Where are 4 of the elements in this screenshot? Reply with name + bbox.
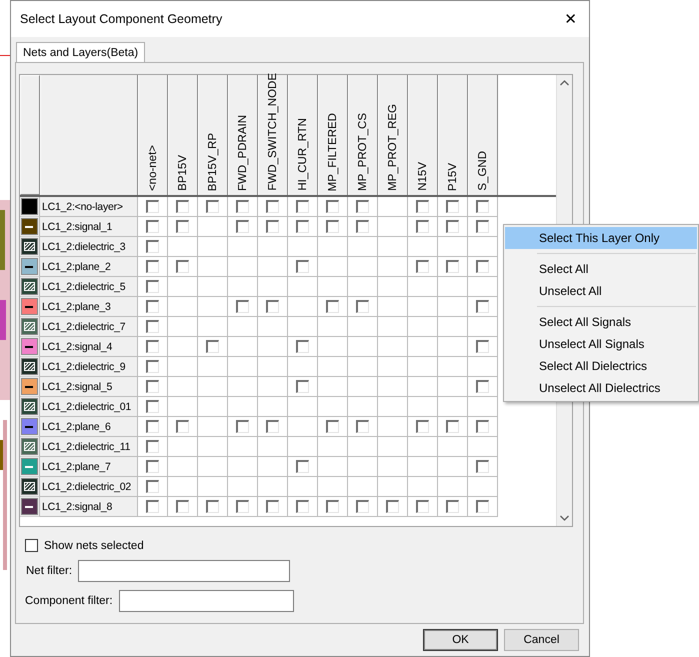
checkbox-label: Show nets selected <box>44 540 144 552</box>
window-title: Select Layout Component Geometry <box>20 12 222 26</box>
field-label: Component filter: <box>25 595 113 607</box>
field-label: Net filter: <box>26 565 72 577</box>
